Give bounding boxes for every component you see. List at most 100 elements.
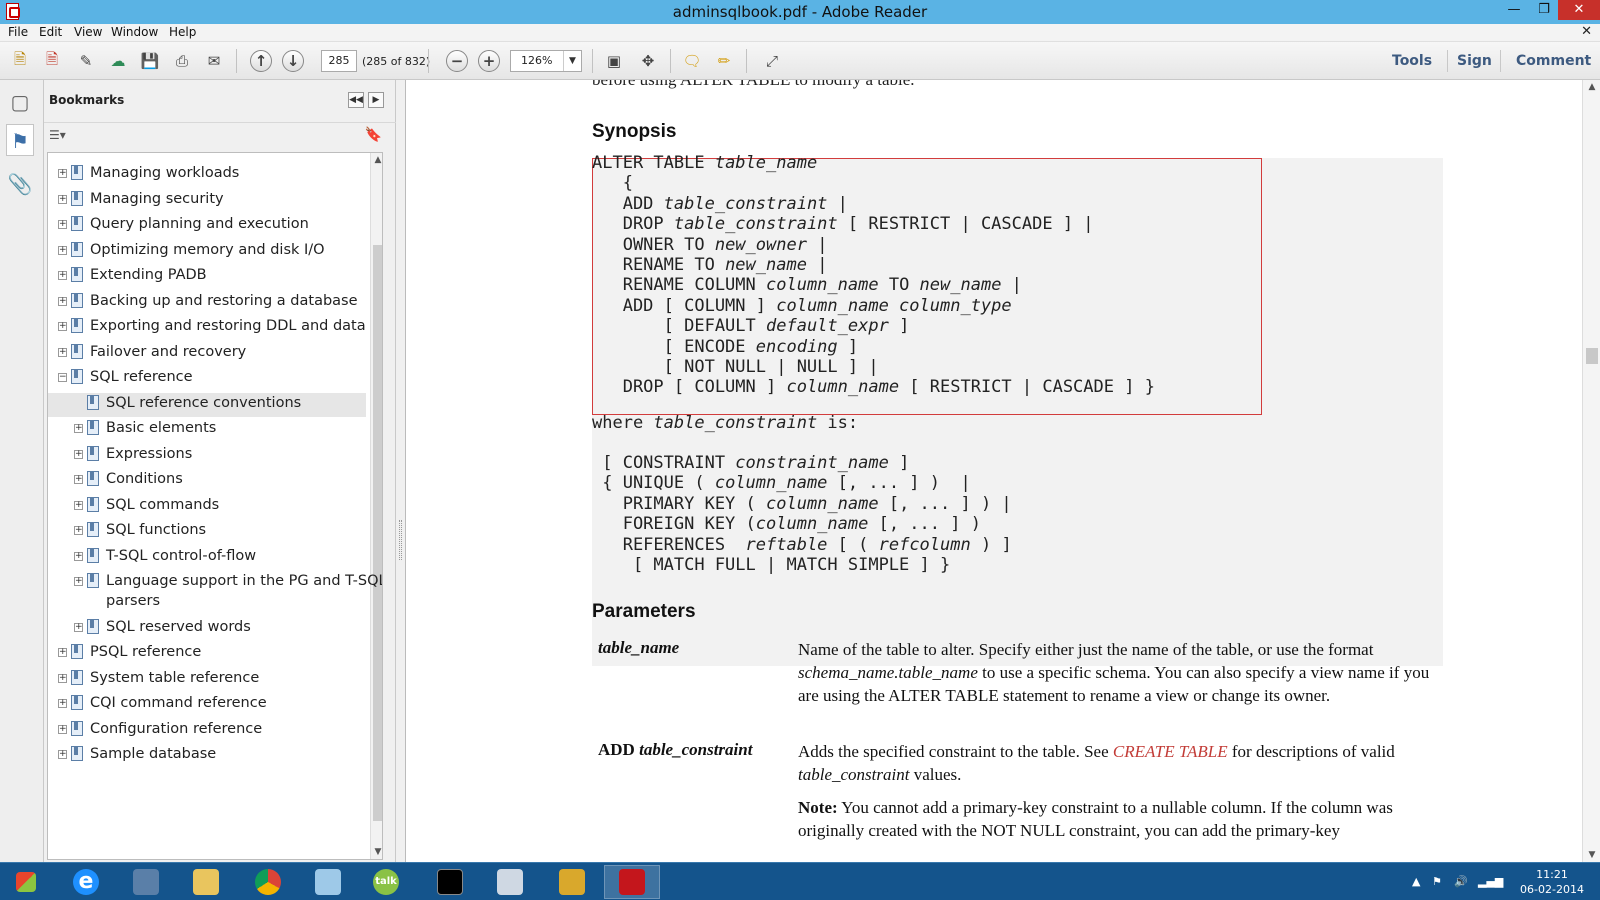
google-talk-icon[interactable]: talk	[358, 865, 414, 899]
scroll-down-icon[interactable]: ▼	[1583, 850, 1600, 860]
zoom-level-select[interactable]: 126% ▼	[510, 50, 582, 72]
new-bookmark-icon[interactable]: 🔖	[365, 127, 382, 143]
chrome-icon[interactable]	[240, 865, 296, 899]
bookmark-item[interactable]: + Failover and recovery	[58, 342, 366, 366]
close-document-icon[interactable]: ✕	[1581, 24, 1592, 39]
menu-file[interactable]: File	[8, 25, 28, 39]
bookmark-item[interactable]: + SQL commands	[74, 495, 366, 519]
zoom-out-icon[interactable]: −	[446, 50, 468, 72]
cloud-upload-icon[interactable]: ☁	[106, 50, 130, 72]
scroll-down-icon[interactable]: ▼	[371, 847, 382, 857]
expand-icon[interactable]: +	[74, 526, 83, 535]
previous-page-icon[interactable]: ↑	[250, 50, 272, 72]
chevron-down-icon[interactable]: ▼	[563, 51, 581, 71]
expand-icon[interactable]: +	[58, 322, 67, 331]
bookmark-item[interactable]: + T-SQL control-of-flow	[74, 546, 366, 570]
bookmark-item[interactable]: + PSQL reference	[58, 642, 366, 666]
bookmark-item[interactable]: + CQI command reference	[58, 693, 366, 717]
options-menu-icon[interactable]: ☰▾	[49, 128, 66, 142]
expand-icon[interactable]: +	[58, 194, 67, 204]
start-button[interactable]	[0, 865, 52, 899]
internet-explorer-icon[interactable]: e	[58, 865, 114, 899]
file-explorer-icon[interactable]	[178, 865, 234, 899]
zoom-in-icon[interactable]: +	[478, 50, 500, 72]
edit-pdf-icon[interactable]: ✎	[74, 50, 98, 72]
bookmark-item[interactable]: + Extending PADB	[58, 265, 366, 289]
expand-icon[interactable]: +	[58, 750, 67, 759]
bookmark-item[interactable]: + Exporting and restoring DDL and data	[58, 316, 366, 340]
virtualbox-icon[interactable]	[118, 865, 174, 899]
create-pdf-icon[interactable]: 🗎	[8, 50, 32, 72]
export-pdf-icon[interactable]: 🗎	[40, 50, 64, 72]
expand-icon[interactable]: +	[58, 245, 67, 255]
bookmark-item[interactable]: + Language support in the PG and T-SQL par…	[74, 571, 382, 615]
bookmark-item[interactable]: + System table reference	[58, 668, 366, 692]
bookmark-item[interactable]: + SQL functions	[74, 520, 366, 544]
scroll-up-icon[interactable]: ▲	[371, 155, 382, 165]
action-center-flag-icon[interactable]: ⚑	[1432, 875, 1442, 888]
expand-icon[interactable]: +	[58, 648, 67, 657]
bookmark-item[interactable]: + Expressions	[74, 444, 366, 468]
bookmark-item[interactable]: + SQL reserved words	[74, 617, 366, 641]
bookmark-item[interactable]: + Configuration reference	[58, 719, 366, 743]
tools-button[interactable]: Tools	[1392, 53, 1432, 69]
expand-panel-icon[interactable]: ▶	[368, 92, 384, 108]
expand-icon[interactable]: +	[74, 424, 83, 433]
panel-splitter[interactable]	[396, 80, 406, 862]
bookmark-item[interactable]: + Sample database	[58, 744, 366, 768]
close-button[interactable]: ✕	[1558, 0, 1600, 20]
network-app-icon[interactable]	[482, 865, 538, 899]
system-clock[interactable]: 11:21 06-02-2014	[1520, 867, 1584, 897]
expand-icon[interactable]: +	[74, 449, 83, 459]
sign-button[interactable]: Sign	[1457, 53, 1492, 69]
email-icon[interactable]: ✉	[202, 50, 226, 72]
scroll-up-icon[interactable]: ▲	[1583, 82, 1600, 92]
menu-view[interactable]: View	[74, 25, 102, 39]
expand-icon[interactable]: +	[58, 220, 67, 229]
tools-app-icon[interactable]	[544, 865, 600, 899]
expand-icon[interactable]: +	[58, 271, 67, 280]
bookmark-item[interactable]: + Basic elements	[74, 418, 366, 442]
next-page-icon[interactable]: ↓	[282, 50, 304, 72]
expand-icon[interactable]: +	[74, 500, 83, 510]
bookmarks-icon[interactable]: ⚑	[6, 124, 34, 156]
document-view[interactable]: before using ALTER TABLE to modify a tab…	[406, 80, 1582, 862]
attachments-icon[interactable]: 📎	[6, 168, 34, 200]
comment-button[interactable]: Comment	[1516, 53, 1591, 69]
menu-window[interactable]: Window	[111, 25, 158, 39]
sticky-note-icon[interactable]: 🗨	[680, 50, 704, 72]
expand-icon[interactable]: +	[58, 724, 67, 734]
expand-icon[interactable]: +	[74, 475, 83, 484]
collapse-icon[interactable]: −	[58, 373, 67, 382]
bookmark-item[interactable]: − SQL reference	[58, 367, 366, 391]
show-hidden-icons[interactable]: ▲	[1412, 875, 1420, 888]
expand-icon[interactable]: +	[58, 699, 67, 708]
adobe-reader-taskbar-icon[interactable]	[604, 865, 660, 899]
minimize-button[interactable]: —	[1500, 0, 1528, 20]
bookmark-item[interactable]: + Optimizing memory and disk I/O	[58, 240, 366, 264]
expand-icon[interactable]: +	[74, 551, 83, 561]
bookmark-item[interactable]: + Backing up and restoring a database	[58, 291, 366, 315]
page-number-input[interactable]: 285	[321, 50, 357, 72]
full-screen-icon[interactable]: ⤢	[760, 50, 784, 72]
expand-icon[interactable]: +	[58, 169, 67, 178]
expand-icon[interactable]: +	[58, 673, 67, 683]
expand-icon[interactable]: +	[74, 622, 83, 632]
document-scrollbar[interactable]: ▲ ▼	[1582, 80, 1600, 862]
highlight-text-icon[interactable]: ✏	[712, 50, 736, 72]
save-icon[interactable]: 💾	[138, 50, 162, 72]
command-prompt-icon[interactable]	[422, 865, 478, 899]
scroll-thumb[interactable]	[1586, 348, 1598, 364]
bookmark-item[interactable]: SQL reference conventions	[48, 392, 366, 417]
scroll-thumb[interactable]	[373, 245, 382, 821]
expand-icon[interactable]: +	[58, 296, 67, 306]
notes-app-icon[interactable]	[300, 865, 356, 899]
volume-icon[interactable]: 🔊	[1454, 875, 1468, 888]
expand-icon[interactable]: +	[74, 577, 83, 586]
bookmark-item[interactable]: + Conditions	[74, 469, 366, 493]
bookmarks-scrollbar[interactable]: ▲ ▼	[370, 153, 382, 859]
restore-button[interactable]: ❐	[1530, 0, 1558, 20]
print-icon[interactable]: ⎙	[170, 50, 194, 72]
expand-icon[interactable]: +	[58, 347, 67, 357]
page-thumbnails-icon[interactable]: ▢	[6, 86, 34, 118]
